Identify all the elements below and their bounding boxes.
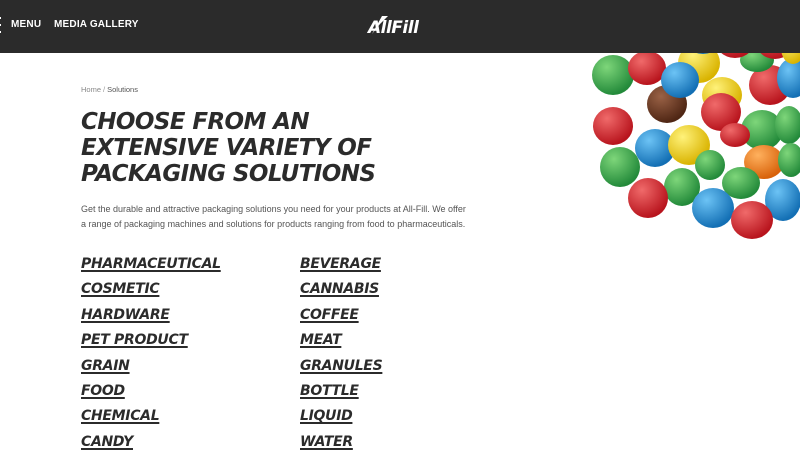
breadcrumb-current: Solutions — [107, 85, 138, 94]
solutions-list-left: PHARMACEUTICAL COSMETIC HARDWARE PET PRO… — [81, 255, 221, 450]
solution-link-pharmaceutical[interactable]: PHARMACEUTICAL — [81, 255, 221, 280]
solution-link-granules[interactable]: GRANULES — [300, 357, 383, 382]
solution-link-food[interactable]: FOOD — [81, 382, 221, 407]
solution-link-cannabis[interactable]: CANNABIS — [300, 280, 382, 305]
page: MENU MEDIA GALLERY AllFill Home / Soluti… — [0, 0, 800, 450]
solution-link-pet-product[interactable]: PET PRODUCT — [81, 331, 221, 356]
solution-link-grain[interactable]: GRAIN — [81, 357, 221, 382]
solution-link-hardware[interactable]: HARDWARE — [81, 306, 221, 331]
solution-link-liquid[interactable]: LIQUID — [300, 407, 382, 432]
breadcrumb-home-link[interactable]: Home — [81, 85, 101, 94]
allfill-logo[interactable]: AllFill — [368, 12, 434, 38]
site-header: MENU MEDIA GALLERY AllFill — [0, 0, 800, 53]
solution-link-coffee[interactable]: COFFEE — [300, 306, 382, 331]
solutions-list-right: BEVERAGE CANNABIS COFFEE MEAT GRANULES B… — [300, 255, 383, 450]
hamburger-icon[interactable] — [0, 17, 1, 33]
solution-link-beverage[interactable]: BEVERAGE — [300, 255, 382, 280]
breadcrumb: Home / Solutions — [81, 85, 138, 94]
page-title: CHOOSE FROM AN EXTENSIVE VARIETY OF PACK… — [81, 109, 376, 187]
intro-text: Get the durable and attractive packaging… — [81, 204, 466, 229]
solution-link-meat[interactable]: MEAT — [300, 331, 382, 356]
solution-link-bottle[interactable]: BOTTLE — [300, 382, 382, 407]
solution-link-cosmetic[interactable]: COSMETIC — [81, 280, 221, 305]
menu-link[interactable]: MENU — [11, 19, 41, 30]
solution-link-water[interactable]: WATER — [300, 433, 382, 450]
logo-text: AllFill — [368, 18, 419, 38]
solution-link-chemical[interactable]: CHEMICAL — [81, 407, 221, 432]
solution-link-candy[interactable]: CANDY — [81, 433, 221, 450]
media-gallery-link[interactable]: MEDIA GALLERY — [54, 19, 139, 30]
